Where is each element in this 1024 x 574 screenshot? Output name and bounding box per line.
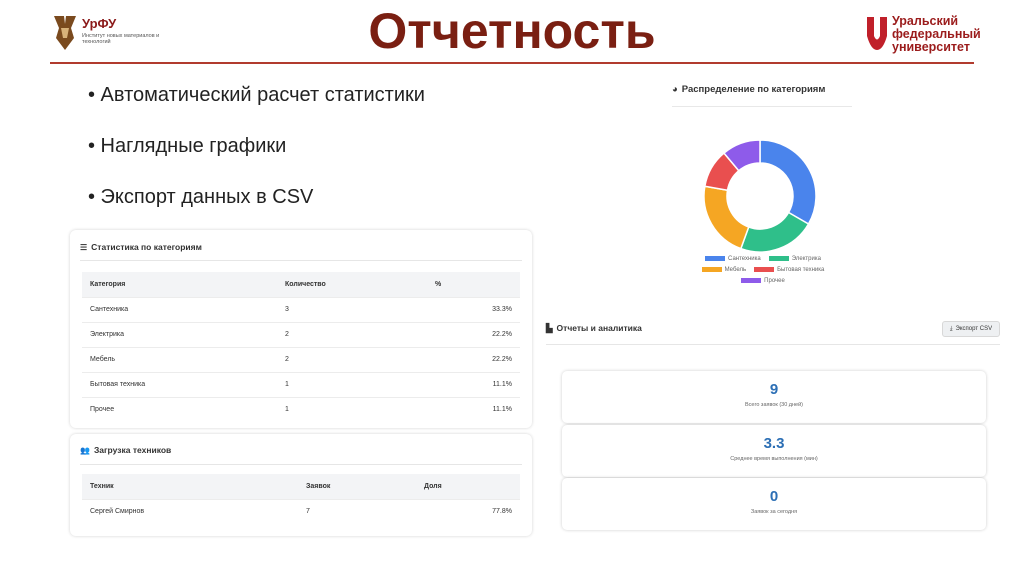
university-name: Уральский федеральный университет — [892, 15, 981, 54]
table-cell: Электрика — [82, 321, 277, 347]
legend-label: Мебель — [724, 266, 747, 273]
divider — [80, 260, 522, 261]
category-stats-table: Категория Количество % Сантехника 3 33.3… — [82, 272, 520, 422]
bullet-item: • Наглядные графики — [88, 135, 287, 157]
feature-bullets: • Автоматический расчет статистики • Наг… — [88, 84, 425, 237]
table-cell: Мебель — [82, 346, 277, 372]
column-header: Заявок — [298, 474, 416, 499]
legend-row: Сантехника Электрика — [698, 253, 828, 264]
column-header: Категория — [82, 272, 277, 297]
divider — [80, 464, 522, 465]
table-row: Прочее 1 11.1% — [82, 396, 520, 422]
pie-chart-icon: ◕ — [672, 84, 678, 95]
table-cell: 22.2% — [427, 346, 520, 372]
list-icon: ☰ — [80, 243, 88, 252]
table-cell: 1 — [277, 371, 427, 397]
reports-title: ▙ Отчеты и аналитика — [546, 323, 642, 334]
legend-label: Сантехника — [728, 255, 761, 262]
legend-row: Прочее — [698, 275, 828, 286]
export-csv-label: Экспорт CSV — [955, 326, 993, 332]
legend-item[interactable]: Бытовая техника — [754, 267, 824, 273]
category-stats-title: ☰ Статистика по категориям — [80, 242, 202, 252]
category-donut-chart — [703, 139, 817, 253]
table-cell: 1 — [277, 396, 427, 422]
technicians-title-text: Загрузка техников — [93, 445, 172, 455]
category-stats-title-text: Статистика по категориям — [91, 242, 202, 252]
donut-slice-1 — [759, 139, 817, 226]
bar-chart-icon: ▙ — [546, 323, 553, 333]
table-cell: Сантехника — [82, 296, 277, 322]
legend-row: Мебель Бытовая техника — [698, 264, 828, 275]
stat-card-avg-time: 3.3 Среднее время выполнения (мин) — [562, 425, 986, 477]
legend-item[interactable]: Сантехника — [705, 256, 761, 262]
divider — [546, 344, 1000, 345]
table-cell: Сергей Смирнов — [82, 498, 298, 524]
legend-item[interactable]: Прочее — [741, 278, 785, 284]
urfu-university-logo: Уральский федеральный университет — [866, 14, 986, 54]
download-icon: ⤓ — [949, 325, 953, 332]
divider — [672, 106, 852, 107]
table-cell: Бытовая техника — [82, 371, 277, 397]
column-header: % — [427, 272, 520, 297]
stat-label: Среднее время выполнения (мин) — [730, 456, 818, 462]
table-cell: 7 — [298, 498, 416, 524]
stat-card-today: 0 Заявок за сегодня — [562, 478, 986, 530]
table-cell: 33.3% — [427, 296, 520, 322]
column-header: Техник — [82, 474, 298, 499]
donut-slice-2 — [739, 211, 810, 253]
chart-title: ◕ Распределение по категориям — [672, 84, 825, 95]
legend-label: Электрика — [791, 255, 821, 262]
stat-value: 3.3 — [763, 435, 785, 452]
reports-title-text: Отчеты и аналитика — [556, 323, 642, 333]
table-cell: 3 — [277, 296, 427, 322]
table-cell: 22.2% — [427, 321, 520, 347]
category-stats-panel: ☰ Статистика по категориям Категория Коли… — [70, 230, 532, 428]
legend-swatch — [701, 267, 722, 272]
donut-slice-3 — [703, 185, 750, 250]
table-cell: 2 — [277, 321, 427, 347]
stat-label: Заявок за сегодня — [750, 509, 798, 515]
header-divider — [50, 62, 974, 64]
table-cell: 77.8% — [416, 498, 520, 524]
technicians-table: Техник Заявок Доля Сергей Смирнов 7 77.8… — [82, 474, 520, 524]
column-header: Количество — [277, 272, 427, 297]
table-row: Сергей Смирнов 7 77.8% — [82, 498, 520, 524]
column-header: Доля — [416, 474, 520, 499]
export-csv-button[interactable]: ⤓ Экспорт CSV — [942, 321, 1000, 337]
stat-card-total: 9 Всего заявок (30 дней) — [562, 371, 986, 423]
legend-item[interactable]: Мебель — [701, 266, 747, 273]
table-header-row: Техник Заявок Доля — [82, 474, 520, 499]
legend-swatch — [705, 256, 726, 261]
table-row: Электрика 2 22.2% — [82, 321, 520, 347]
legend-item[interactable]: Электрика — [768, 255, 821, 262]
technicians-panel: 👥 Загрузка техников Техник Заявок Доля Се… — [70, 434, 532, 536]
legend-label: Бытовая техника — [777, 266, 825, 273]
chart-legend: Сантехника Электрика Мебель Бытовая техника… — [698, 253, 828, 286]
stat-label: Всего заявок (30 дней) — [744, 402, 804, 408]
table-cell: 11.1% — [427, 396, 520, 422]
table-row: Мебель 2 22.2% — [82, 346, 520, 372]
legend-label: Прочее — [764, 277, 785, 284]
university-name-line: университет — [892, 40, 970, 54]
bullet-item: • Автоматический расчет статистики — [88, 84, 425, 106]
chart-title-text: Распределение по категориям — [681, 84, 826, 95]
table-cell: 11.1% — [427, 371, 520, 397]
table-row: Бытовая техника 1 11.1% — [82, 371, 520, 397]
users-icon: 👥 — [80, 446, 90, 455]
urfu-u-logo-icon — [867, 17, 887, 50]
table-row: Сантехника 3 33.3% — [82, 296, 520, 322]
table-cell: 2 — [277, 346, 427, 372]
legend-swatch — [741, 278, 762, 283]
table-cell: Прочее — [82, 396, 277, 422]
legend-swatch — [754, 267, 775, 272]
legend-swatch — [768, 256, 789, 261]
stat-value: 9 — [769, 381, 779, 398]
technicians-title: 👥 Загрузка техников — [80, 445, 171, 455]
table-header-row: Категория Количество % — [82, 272, 520, 297]
stat-value: 0 — [769, 488, 779, 505]
